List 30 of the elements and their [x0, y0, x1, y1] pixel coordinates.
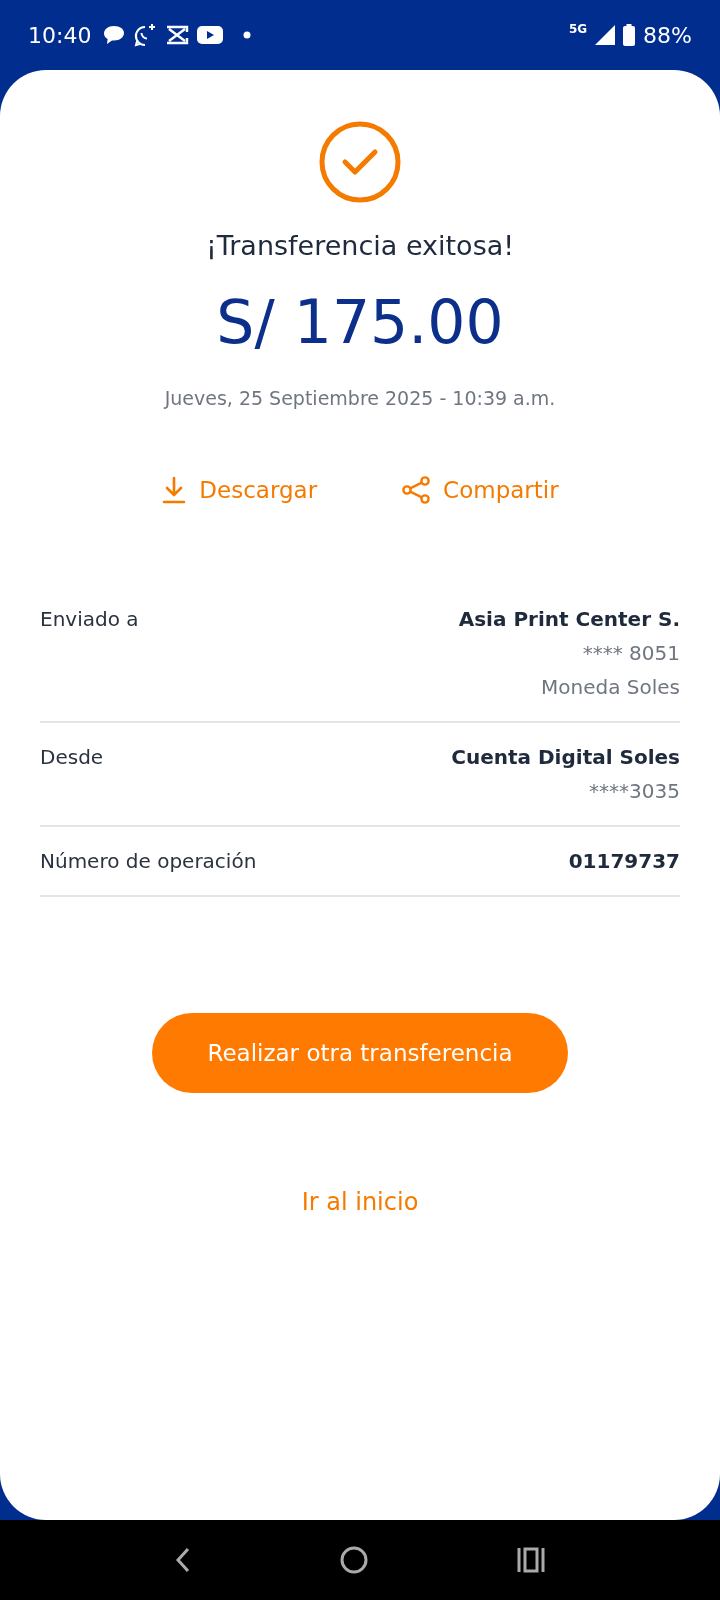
detail-label: Número de operación: [40, 849, 257, 873]
battery-icon: [623, 24, 636, 46]
amount: S/ 175.00: [216, 287, 504, 357]
home-link[interactable]: Ir al inicio: [295, 1187, 425, 1217]
signal-icon: [595, 25, 616, 45]
success-check-icon: [318, 120, 402, 204]
detail-value: **** 8051: [582, 641, 680, 665]
recents-icon[interactable]: [517, 1547, 546, 1573]
detail-label: Enviado a: [40, 607, 139, 633]
dot-icon: [243, 31, 252, 39]
detail-value: Moneda Soles: [541, 675, 680, 699]
status-time: 10:40: [28, 22, 92, 48]
share-button[interactable]: Compartir: [401, 475, 559, 505]
detail-value: Asia Print Center S.: [458, 607, 680, 631]
chat-icon: [103, 25, 126, 45]
battery-percent: 88%: [643, 22, 692, 48]
detail-value: 01179737: [568, 849, 680, 873]
back-icon[interactable]: [174, 1547, 191, 1573]
download-icon: [161, 476, 188, 504]
youtube-icon: [197, 25, 224, 45]
detail-value: Cuenta Digital Soles: [451, 745, 680, 769]
download-button[interactable]: Descargar: [161, 475, 318, 505]
new-transfer-button[interactable]: Realizar otra transferencia: [152, 1013, 568, 1093]
home-icon[interactable]: [340, 1546, 368, 1574]
detail-label: Desde: [40, 745, 104, 771]
share-icon: [401, 475, 432, 505]
detail-value: ****3035: [589, 779, 680, 803]
date-time: Jueves, 25 Septiembre 2025 - 10:39 a.m.: [164, 387, 556, 409]
success-title: ¡Transferencia exitosa!: [205, 230, 515, 261]
network-type: 5G: [568, 22, 588, 36]
